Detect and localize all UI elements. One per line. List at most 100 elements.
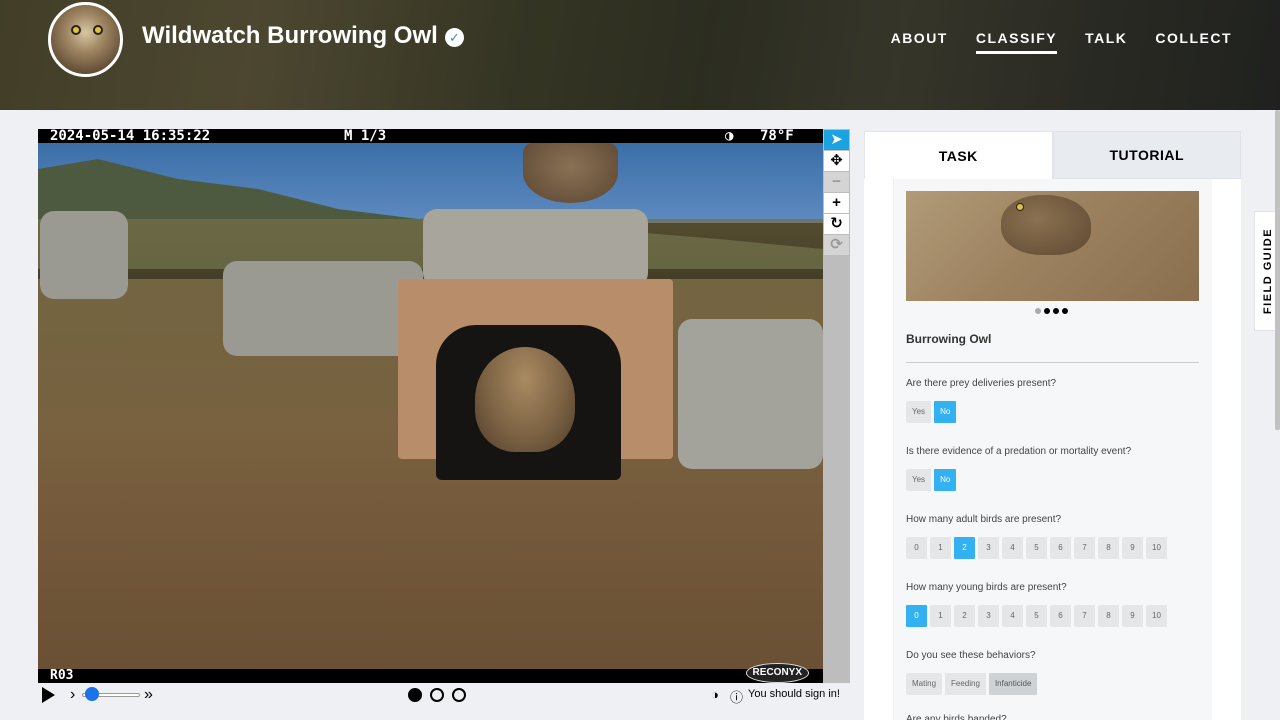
answer-option[interactable]: 2 [954, 605, 975, 627]
tab-task[interactable]: TASK [864, 131, 1053, 179]
question-text: Do you see these behaviors? [906, 650, 1036, 661]
answer-options: 0 1 2 3 4 5 6 7 8 9 10 [906, 537, 1167, 559]
reset-icon[interactable]: ⟳ [824, 235, 849, 255]
answer-option[interactable]: 6 [1050, 537, 1071, 559]
answer-option[interactable]: Yes [906, 469, 932, 491]
nav-collect[interactable]: COLLECT [1155, 30, 1232, 54]
task-tabs: TASK TUTORIAL [864, 131, 1241, 179]
species-photo-owl [1001, 195, 1091, 255]
verified-badge-icon: ✓ [445, 28, 464, 47]
camera-brand-logo: RECONYX [745, 663, 809, 683]
species-photo [906, 191, 1199, 301]
answer-option[interactable]: 3 [978, 605, 999, 627]
answer-option[interactable]: 3 [978, 537, 999, 559]
answer-options: Yes No [906, 401, 957, 423]
project-nav: ABOUT CLASSIFY TALK COLLECT [891, 30, 1232, 54]
photo-carousel-dots [1035, 308, 1068, 314]
image-rock [223, 261, 423, 356]
frame-dot[interactable] [430, 688, 444, 702]
project-header: Wildwatch Burrowing Owl ✓ ABOUT CLASSIFY… [0, 0, 1280, 110]
species-photo-eye [1016, 203, 1024, 211]
question-text: Are there prey deliveries present? [906, 378, 1057, 389]
project-title[interactable]: Wildwatch Burrowing Owl [142, 22, 438, 50]
signin-prompt[interactable]: You should sign in! [748, 688, 840, 700]
answer-option[interactable]: 7 [1074, 537, 1095, 559]
rotate-icon[interactable]: ↻ [824, 214, 849, 234]
answer-option[interactable]: 10 [1146, 605, 1167, 627]
divider [906, 362, 1199, 363]
carousel-dot[interactable] [1044, 308, 1050, 314]
nav-classify[interactable]: CLASSIFY [975, 30, 1058, 54]
answer-option[interactable]: Feeding [945, 673, 986, 695]
project-avatar[interactable] [48, 2, 123, 77]
answer-option[interactable]: 0 [906, 537, 927, 559]
subject-image[interactable]: 2024-05-14 16:35:22 M 1/3 ◑ 78°F R03 REC… [38, 129, 823, 683]
frame-dot[interactable] [452, 688, 466, 702]
answer-option[interactable]: 8 [1098, 605, 1119, 627]
image-owl [523, 143, 618, 203]
question-partial: Are any birds banded? [906, 714, 1007, 720]
panel-margin [1212, 179, 1241, 720]
answer-option[interactable]: 7 [1074, 605, 1095, 627]
answer-option[interactable]: 5 [1026, 537, 1047, 559]
answer-options: Yes No [906, 469, 957, 491]
image-rock [423, 209, 648, 287]
camera-temperature: 78°F [760, 129, 794, 144]
answer-options: Mating Feeding Infanticide [906, 673, 1038, 695]
answer-option[interactable]: 10 [1146, 537, 1167, 559]
camera-site-code: R03 [50, 668, 74, 683]
image-toolbar: ➤ ✥ − + ↻ ⟳ [823, 129, 850, 683]
answer-option[interactable]: 5 [1026, 605, 1047, 627]
image-rock [678, 319, 823, 469]
answer-option[interactable]: No [934, 401, 957, 423]
species-name: Burrowing Owl [906, 332, 992, 346]
question-text: How many adult birds are present? [906, 514, 1062, 525]
frame-controls: › » ◑ ⓘ You should sign in! [38, 683, 853, 707]
tab-tutorial[interactable]: TUTORIAL [1052, 131, 1241, 179]
nav-talk[interactable]: TALK [1085, 30, 1127, 54]
image-owl [475, 347, 575, 452]
answer-option[interactable]: 2 [954, 537, 975, 559]
frame-dots [408, 688, 466, 702]
panel-margin [864, 179, 893, 720]
carousel-dot[interactable] [1035, 308, 1041, 314]
camera-footer-bar: R03 RECONYX [38, 663, 823, 683]
pan-icon[interactable]: ✥ [824, 151, 849, 171]
question-text: How many young birds are present? [906, 582, 1067, 593]
answer-option[interactable]: Mating [906, 673, 943, 695]
carousel-dot[interactable] [1062, 308, 1068, 314]
answer-option[interactable]: 6 [1050, 605, 1071, 627]
zoom-in-icon[interactable]: + [824, 193, 849, 213]
page-scrollbar[interactable] [1275, 110, 1280, 430]
frame-dot[interactable] [408, 688, 422, 702]
camera-info-bar: 2024-05-14 16:35:22 M 1/3 ◑ 78°F [38, 129, 823, 143]
field-guide-label: FIELD GUIDE [1261, 227, 1274, 315]
answer-options: 0 1 2 3 4 5 6 7 8 9 10 [906, 605, 1167, 627]
answer-option[interactable]: 1 [930, 537, 951, 559]
play-icon[interactable] [42, 687, 55, 703]
answer-option[interactable]: 0 [906, 605, 927, 627]
moon-phase-icon: ◑ [725, 129, 734, 144]
answer-option[interactable]: Infanticide [988, 673, 1038, 695]
chevron-right-icon[interactable]: › [70, 686, 75, 704]
answer-option[interactable]: 1 [930, 605, 951, 627]
answer-option[interactable]: 8 [1098, 537, 1119, 559]
pointer-icon[interactable]: ➤ [824, 130, 849, 150]
info-icon[interactable]: ⓘ [730, 687, 743, 706]
contrast-icon[interactable]: ◑ [711, 687, 719, 702]
image-rock [40, 211, 128, 299]
camera-frame: M 1/3 [344, 129, 387, 144]
speed-slider-thumb[interactable] [85, 687, 99, 701]
answer-option[interactable]: No [934, 469, 957, 491]
answer-option[interactable]: 9 [1122, 605, 1143, 627]
answer-option[interactable]: 4 [1002, 605, 1023, 627]
answer-option[interactable]: Yes [906, 401, 932, 423]
answer-option[interactable]: 4 [1002, 537, 1023, 559]
zoom-out-icon[interactable]: − [824, 172, 849, 192]
nav-about[interactable]: ABOUT [891, 30, 948, 54]
answer-option[interactable]: 9 [1122, 537, 1143, 559]
carousel-dot[interactable] [1053, 308, 1059, 314]
camera-timestamp: 2024-05-14 16:35:22 [50, 129, 211, 144]
question-text: Is there evidence of a predation or mort… [906, 446, 1132, 457]
double-chevron-right-icon[interactable]: » [144, 686, 153, 704]
